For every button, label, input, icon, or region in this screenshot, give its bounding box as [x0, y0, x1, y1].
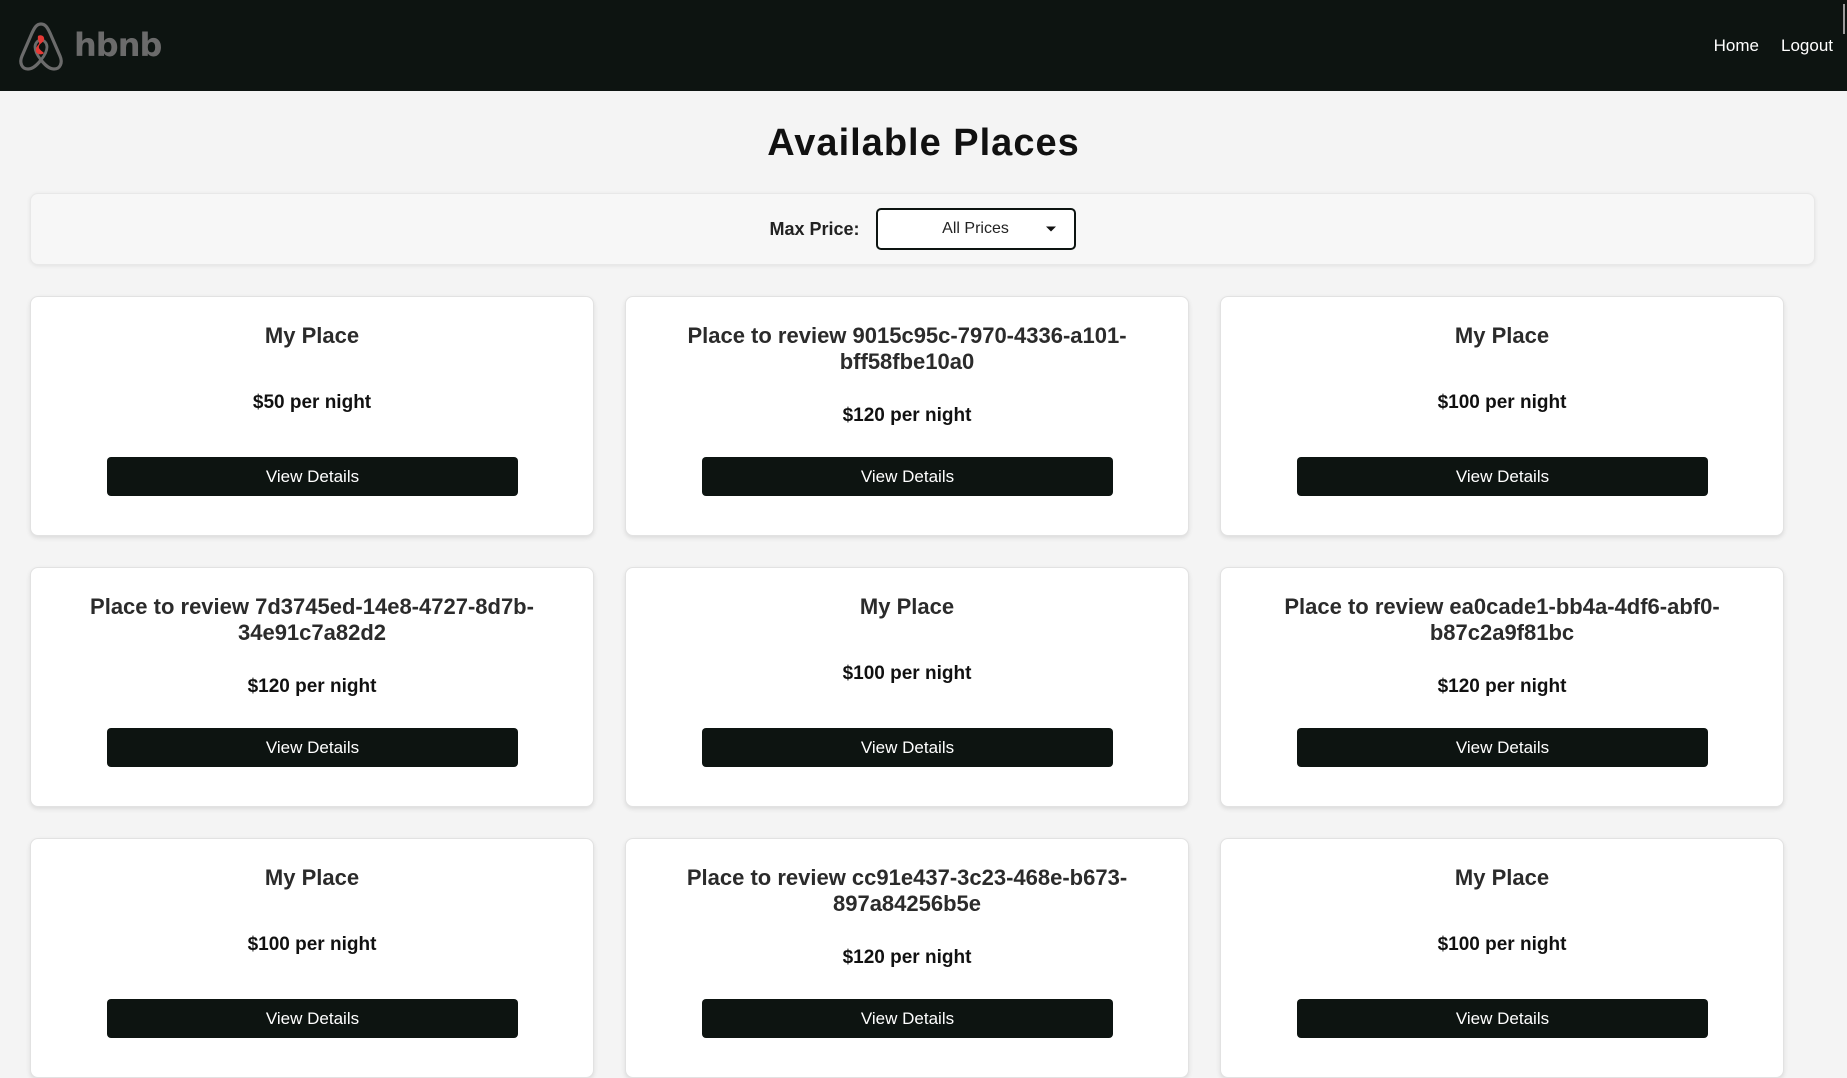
place-card: Place to review 9015c95c-7970-4336-a101-… — [625, 296, 1189, 536]
view-details-button[interactable]: View Details — [107, 457, 518, 496]
view-details-button[interactable]: View Details — [702, 728, 1113, 767]
logo-icon — [19, 21, 63, 71]
place-title: My Place — [1454, 323, 1550, 348]
view-details-button[interactable]: View Details — [107, 728, 518, 767]
place-card: Place to review cc91e437-3c23-468e-b673-… — [625, 838, 1189, 1078]
place-price: $100 per night — [1437, 392, 1567, 413]
page-title: Available Places — [767, 122, 1080, 164]
place-card: My Place $100 per night View Details — [1220, 838, 1784, 1078]
scrollbar-thumb[interactable] — [1843, 4, 1845, 34]
place-card: Place to review 7d3745ed-14e8-4727-8d7b-… — [30, 567, 594, 807]
nav-logout-link[interactable]: Logout — [1781, 36, 1833, 56]
max-price-label: Max Price: — [769, 218, 860, 239]
place-price: $120 per night — [842, 405, 972, 426]
place-title: My Place — [264, 323, 360, 348]
place-card: My Place $100 per night View Details — [1220, 296, 1784, 536]
place-price: $100 per night — [842, 663, 972, 684]
place-price: $100 per night — [1437, 934, 1567, 955]
place-card: My Place $100 per night View Details — [30, 838, 594, 1078]
price-filter-bar: Max Price: All Prices — [30, 193, 1815, 265]
place-title: My Place — [859, 594, 955, 619]
place-title: Place to review 7d3745ed-14e8-4727-8d7b-… — [90, 594, 534, 645]
place-card: Place to review ea0cade1-bb4a-4df6-abf0-… — [1220, 567, 1784, 807]
places-grid: My Place $50 per night View Details Plac… — [30, 296, 1790, 1078]
view-details-button[interactable]: View Details — [1297, 457, 1708, 496]
top-nav-links: Home Logout — [1714, 36, 1833, 56]
place-card: My Place $100 per night View Details — [625, 567, 1189, 807]
place-price: $120 per night — [247, 676, 377, 697]
brand[interactable]: hbnb — [18, 0, 162, 91]
place-title: My Place — [1454, 865, 1550, 890]
view-details-button[interactable]: View Details — [1297, 999, 1708, 1038]
top-navbar: hbnb Home Logout — [0, 0, 1847, 91]
place-title: Place to review cc91e437-3c23-468e-b673-… — [686, 865, 1128, 916]
view-details-button[interactable]: View Details — [702, 999, 1113, 1038]
max-price-select[interactable]: All Prices — [875, 208, 1076, 250]
place-price: $120 per night — [1437, 676, 1567, 697]
caret-down-icon — [1045, 226, 1056, 232]
brand-wordmark: hbnb — [74, 25, 162, 64]
place-title: Place to review ea0cade1-bb4a-4df6-abf0-… — [1284, 594, 1720, 645]
view-details-button[interactable]: View Details — [702, 457, 1113, 496]
place-price: $100 per night — [247, 934, 377, 955]
view-details-button[interactable]: View Details — [107, 999, 518, 1038]
place-card: My Place $50 per night View Details — [30, 296, 594, 536]
place-title: Place to review 9015c95c-7970-4336-a101-… — [687, 323, 1127, 374]
view-details-button[interactable]: View Details — [1297, 728, 1708, 767]
place-price: $50 per night — [252, 392, 372, 413]
nav-home-link[interactable]: Home — [1714, 36, 1759, 56]
max-price-selected-value: All Prices — [942, 220, 1009, 237]
place-price: $120 per night — [842, 947, 972, 968]
place-title: My Place — [264, 865, 360, 890]
